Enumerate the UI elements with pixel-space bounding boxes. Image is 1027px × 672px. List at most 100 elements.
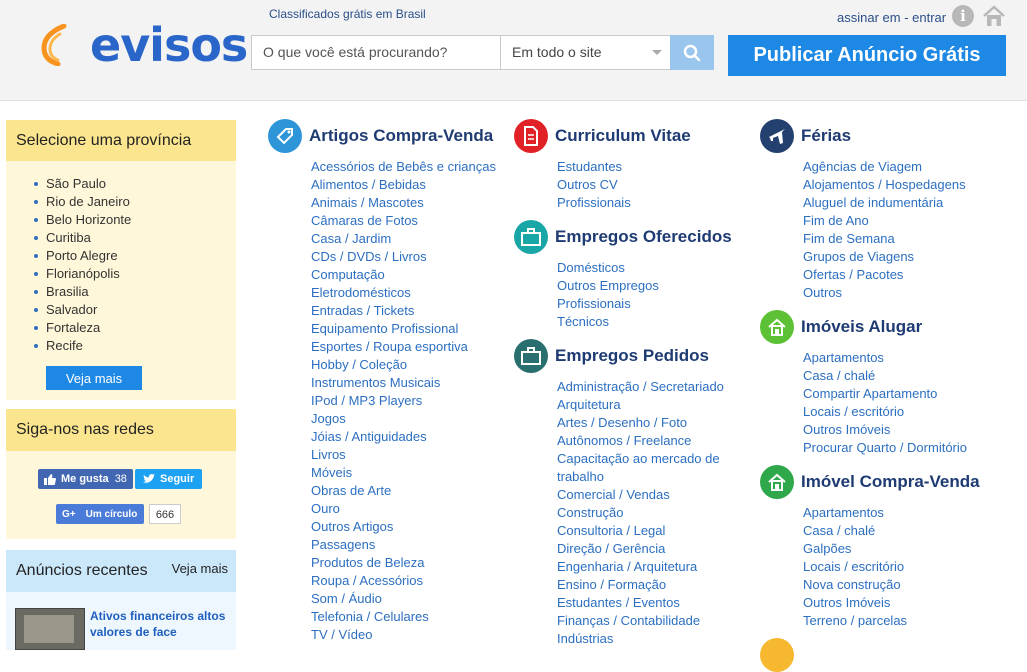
home-icon[interactable] <box>982 5 1006 27</box>
subcategory-link[interactable]: Produtos de Beleza <box>311 554 496 572</box>
subcategory-link[interactable]: Administração / Secretariado <box>557 378 737 396</box>
subcategory-link[interactable]: Jóias / Antiguidades <box>311 428 496 446</box>
subcategory-link[interactable]: Som / Áudio <box>311 590 496 608</box>
province-link[interactable]: Florianópolis <box>34 265 236 283</box>
province-link[interactable]: Brasilia <box>34 283 236 301</box>
subcategory-link[interactable]: Autônomos / Freelance <box>557 432 737 450</box>
subcategory-link[interactable]: Casa / Jardim <box>311 230 496 248</box>
subcategory-link[interactable]: Eletrodomésticos <box>311 284 496 302</box>
subcategory-link[interactable]: Locais / escritório <box>803 403 967 421</box>
subcategory-link[interactable]: Acessórios de Bebês e crianças <box>311 158 496 176</box>
subcategory-link[interactable]: Compartir Apartamento <box>803 385 967 403</box>
twitter-follow-button[interactable]: Seguir <box>135 469 203 489</box>
province-link[interactable]: Belo Horizonte <box>34 211 236 229</box>
subcategory-link[interactable]: Finanças / Contabilidade <box>557 612 737 630</box>
subcategory-link[interactable]: Alojamentos / Hospedagens <box>803 176 966 194</box>
category-header[interactable]: Curriculum Vitae <box>514 118 691 154</box>
subcategory-link[interactable]: Nova construção <box>803 576 980 594</box>
province-link[interactable]: Fortaleza <box>34 319 236 337</box>
subcategory-link[interactable]: Outros CV <box>557 176 691 194</box>
subcategory-link[interactable]: Fim de Ano <box>803 212 966 230</box>
subcategory-link[interactable]: Construção <box>557 504 737 522</box>
search-input[interactable]: O que você está procurando? <box>251 35 501 70</box>
category-title[interactable]: Empregos Oferecidos <box>555 227 732 247</box>
subcategory-link[interactable]: Entradas / Tickets <box>311 302 496 320</box>
subcategory-link[interactable]: Hobby / Coleção <box>311 356 496 374</box>
subcategory-link[interactable]: Instrumentos Musicais <box>311 374 496 392</box>
subcategory-link[interactable]: Agências de Viagem <box>803 158 966 176</box>
recent-ad-thumbnail[interactable] <box>15 608 85 650</box>
subcategory-link[interactable]: Profissionais <box>557 194 691 212</box>
subcategory-link[interactable]: Passagens <box>311 536 496 554</box>
subcategory-link[interactable]: Comercial / Vendas <box>557 486 737 504</box>
category-title[interactable]: Curriculum Vitae <box>555 126 691 146</box>
recent-ad-title[interactable]: Ativos financeiros altos valores de face <box>90 608 230 640</box>
subcategory-link[interactable]: Equipamento Profissional <box>311 320 496 338</box>
province-link[interactable]: Rio de Janeiro <box>34 193 236 211</box>
info-icon[interactable]: i <box>952 5 974 27</box>
subcategory-link[interactable]: Arquitetura <box>557 396 737 414</box>
province-link[interactable]: Salvador <box>34 301 236 319</box>
subcategory-link[interactable]: Galpões <box>803 540 980 558</box>
subcategory-link[interactable]: Outros Imóveis <box>803 421 967 439</box>
google-plus-button[interactable]: G+ Um círculo <box>56 504 144 524</box>
subcategory-link[interactable]: Profissionais <box>557 295 732 313</box>
subcategory-link[interactable]: IPod / MP3 Players <box>311 392 496 410</box>
category-title[interactable]: Imóveis Alugar <box>801 317 922 337</box>
subcategory-link[interactable]: Casa / chalé <box>803 522 980 540</box>
subcategory-link[interactable]: Câmaras de Fotos <box>311 212 496 230</box>
subcategory-link[interactable]: Outros <box>803 284 966 302</box>
search-button[interactable] <box>670 35 714 70</box>
subcategory-link[interactable]: Fim de Semana <box>803 230 966 248</box>
province-link[interactable]: Porto Alegre <box>34 247 236 265</box>
subcategory-link[interactable]: Estudantes <box>557 158 691 176</box>
subcategory-link[interactable]: Outros Artigos <box>311 518 496 536</box>
category-header[interactable]: Empregos Oferecidos <box>514 219 732 255</box>
facebook-like-button[interactable]: Me gusta 38 <box>38 469 133 489</box>
category-header[interactable]: Artigos Compra-Venda <box>268 118 496 154</box>
subcategory-link[interactable]: Outros Empregos <box>557 277 732 295</box>
subcategory-link[interactable]: Grupos de Viagens <box>803 248 966 266</box>
subcategory-link[interactable]: Engenharia / Arquitetura <box>557 558 737 576</box>
subcategory-link[interactable]: Técnicos <box>557 313 732 331</box>
province-link[interactable]: São Paulo <box>34 175 236 193</box>
province-link[interactable]: Curitiba <box>34 229 236 247</box>
subcategory-link[interactable]: Móveis <box>311 464 496 482</box>
subcategory-link[interactable]: Outros Imóveis <box>803 594 980 612</box>
category-title[interactable]: Imóvel Compra-Venda <box>801 472 980 492</box>
subcategory-link[interactable]: Animais / Mascotes <box>311 194 496 212</box>
province-link[interactable]: Recife <box>34 337 236 355</box>
subcategory-link[interactable]: Apartamentos <box>803 349 967 367</box>
subcategory-link[interactable]: Domésticos <box>557 259 732 277</box>
subcategory-link[interactable]: Estudantes / Eventos <box>557 594 737 612</box>
subcategory-link[interactable]: Ofertas / Pacotes <box>803 266 966 284</box>
subcategory-link[interactable]: Livros <box>311 446 496 464</box>
subcategory-link[interactable]: Alimentos / Bebidas <box>311 176 496 194</box>
subcategory-link[interactable]: Computação <box>311 266 496 284</box>
category-header[interactable]: Imóvel Compra-Venda <box>760 464 980 500</box>
category-title[interactable]: Empregos Pedidos <box>555 346 709 366</box>
subcategory-link[interactable]: Procurar Quarto / Dormitório <box>803 439 967 457</box>
category-header[interactable]: Férias <box>760 118 966 154</box>
subcategory-link[interactable]: Aluguel de indumentária <box>803 194 966 212</box>
publish-ad-button[interactable]: Publicar Anúncio Grátis <box>728 35 1006 76</box>
subcategory-link[interactable]: Apartamentos <box>803 504 980 522</box>
subcategory-link[interactable]: Roupa / Acessórios <box>311 572 496 590</box>
subcategory-link[interactable]: CDs / DVDs / Livros <box>311 248 496 266</box>
site-logo[interactable]: evisos <box>38 14 248 74</box>
subcategory-link[interactable]: Esportes / Roupa esportiva <box>311 338 496 356</box>
category-header[interactable]: Empregos Pedidos <box>514 338 737 374</box>
subcategory-link[interactable]: Capacitação ao mercado de trabalho <box>557 450 737 486</box>
see-more-recent-link[interactable]: Veja mais <box>172 550 228 588</box>
subcategory-link[interactable]: Locais / escritório <box>803 558 980 576</box>
subcategory-link[interactable]: Ensino / Formação <box>557 576 737 594</box>
subcategory-link[interactable]: Direção / Gerência <box>557 540 737 558</box>
subcategory-link[interactable]: Indústrias <box>557 630 737 648</box>
subcategory-link[interactable]: Ouro <box>311 500 496 518</box>
login-link[interactable]: assinar em - entrar <box>837 10 946 25</box>
see-more-provinces-button[interactable]: Veja mais <box>46 366 142 390</box>
subcategory-link[interactable]: Artes / Desenho / Foto <box>557 414 737 432</box>
subcategory-link[interactable]: Terreno / parcelas <box>803 612 980 630</box>
category-title[interactable]: Férias <box>801 126 851 146</box>
subcategory-link[interactable]: Telefonia / Celulares <box>311 608 496 626</box>
